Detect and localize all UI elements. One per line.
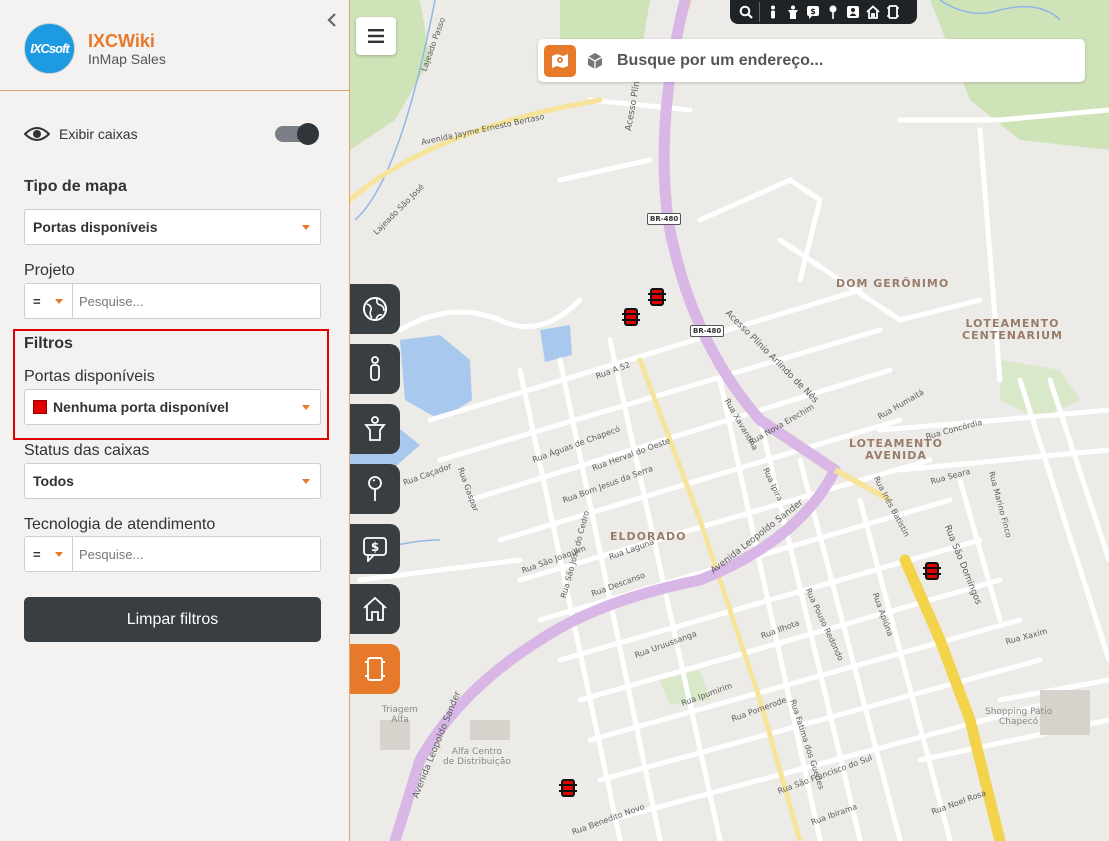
technology-search-input[interactable] [73, 537, 320, 571]
caret-down-icon [302, 478, 310, 484]
project-filter: = [24, 283, 321, 319]
box-marker[interactable] [559, 779, 577, 797]
search-icon [739, 5, 753, 19]
rail-pins-button[interactable] [350, 464, 400, 514]
technician-icon [364, 416, 386, 441]
service-technology-filter: = [24, 536, 321, 572]
caret-down-icon [302, 224, 310, 230]
clients-button[interactable] [763, 2, 783, 22]
eye-icon [24, 127, 50, 141]
service-technology-label: Tecnologia de atendimento [24, 516, 216, 533]
show-boxes-toggle[interactable] [275, 122, 320, 146]
chevron-left-icon [327, 13, 336, 27]
caret-down-icon [54, 298, 63, 304]
money-chat-icon: $ [363, 537, 387, 562]
rail-clients-button[interactable] [350, 344, 400, 394]
globe-icon [363, 297, 387, 321]
map-pin-icon [552, 53, 568, 68]
sales-button[interactable]: $ [803, 2, 823, 22]
top-toolbar: $ [730, 0, 917, 24]
map-type-select[interactable]: Portas disponíveis [24, 209, 321, 245]
map-place-label: Alfa Centro de Distribuição [443, 747, 511, 767]
box-marker[interactable] [622, 308, 640, 326]
home-button[interactable] [863, 2, 883, 22]
show-boxes-label: Exibir caixas [59, 126, 138, 142]
address-search-input[interactable] [617, 51, 1085, 70]
map-district-label: LOTEAMENTO AVENIDA [849, 437, 944, 462]
brand-name: IXCWiki [88, 30, 155, 51]
box-icon [365, 657, 385, 681]
contacts-button[interactable] [843, 2, 863, 22]
map-place-label: Triagem Alfa [382, 705, 418, 725]
hamburger-icon [368, 29, 384, 43]
pins-button[interactable] [823, 2, 843, 22]
caret-down-icon [54, 551, 63, 557]
rail-sales-button[interactable]: $ [350, 524, 400, 574]
box-marker[interactable] [648, 288, 666, 306]
ports-label: Portas disponíveis [24, 368, 155, 385]
map-district-label: LOTEAMENTO CENTENARIUM [962, 317, 1063, 342]
rail-map-layers-button[interactable] [350, 284, 400, 334]
map-search-mode-button[interactable] [544, 44, 576, 77]
svg-text:$: $ [371, 540, 379, 554]
brand-subtitle: InMap Sales [88, 50, 166, 67]
pin-icon [829, 5, 837, 19]
rail-technicians-button[interactable] [350, 404, 400, 454]
highway-shield: BR-480 [690, 325, 725, 337]
money-icon: $ [807, 6, 819, 19]
search-button[interactable] [736, 2, 756, 22]
technology-operator-select[interactable]: = [25, 537, 73, 571]
logo: IXCsoft [24, 23, 75, 74]
box-search-mode-button[interactable] [586, 52, 604, 70]
status-color-swatch [33, 400, 47, 414]
person-icon [370, 356, 380, 381]
box-status-label: Status das caixas [24, 442, 150, 459]
home-icon [866, 5, 880, 19]
svg-text:$: $ [810, 7, 816, 16]
map-place-label: Shopping Pátio Chapecó [985, 707, 1053, 727]
technicians-button[interactable] [783, 2, 803, 22]
collapse-sidebar-button[interactable] [326, 12, 340, 32]
rail-boxes-button[interactable] [350, 644, 400, 694]
filters-title: Filtros [24, 335, 73, 352]
rail-home-button[interactable] [350, 584, 400, 634]
map-district-label: DOM GERÔNIMO [836, 277, 950, 290]
show-boxes-row: Exibir caixas [24, 122, 320, 146]
project-search-input[interactable] [73, 284, 320, 318]
map-type-title: Tipo de mapa [24, 178, 127, 195]
person-icon [771, 5, 775, 19]
menu-button[interactable] [356, 17, 396, 55]
address-search-bar [538, 39, 1085, 82]
brand: IXCsoft IXCWiki InMap Sales [24, 23, 166, 74]
project-label: Projeto [24, 262, 75, 279]
highway-shield: BR-480 [647, 213, 682, 225]
box-status-select[interactable]: Todos [24, 463, 321, 499]
boxes-button[interactable] [883, 2, 903, 22]
home-icon [363, 596, 387, 621]
filters-sidebar: IXCsoft IXCWiki InMap Sales Exibir caixa… [0, 0, 350, 841]
toolbar-separator [759, 2, 760, 22]
sidebar-divider [0, 90, 349, 91]
contact-icon [847, 6, 859, 18]
cube-icon [587, 52, 603, 69]
caret-down-icon [302, 404, 310, 410]
box-icon [887, 5, 899, 19]
project-operator-select[interactable]: = [25, 284, 73, 318]
ports-select[interactable]: Nenhuma porta disponível [24, 389, 321, 425]
technician-icon [788, 5, 798, 19]
clear-filters-button[interactable]: Limpar filtros [24, 597, 321, 642]
box-marker[interactable] [923, 562, 941, 580]
pin-icon [368, 476, 382, 501]
